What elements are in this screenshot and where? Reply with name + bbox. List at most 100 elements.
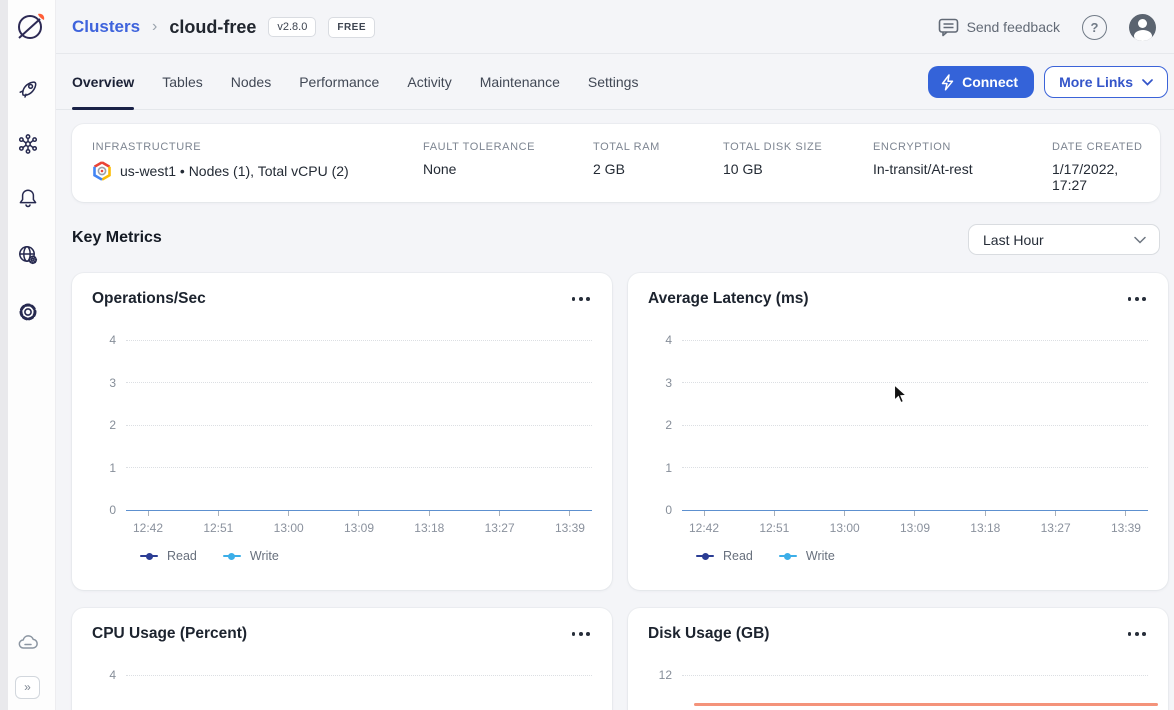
cluster-name: cloud-free (169, 17, 256, 38)
infrastructure-value: us-west1 • Nodes (1), Total vCPU (2) (120, 163, 349, 179)
x-axis-labels: 12:4212:5113:0013:0913:1813:2713:39 (126, 521, 592, 535)
time-range-select[interactable]: Last Hour (968, 224, 1160, 255)
tab-activity[interactable]: Activity (407, 54, 451, 110)
globe-gear-icon[interactable] (17, 244, 39, 266)
gridline (682, 467, 1148, 468)
x-axis-tick-label: 13:00 (267, 521, 311, 535)
breadcrumb: Clusters › cloud-free v2.8.0 FREE (72, 0, 375, 54)
infrastructure-summary-card: INFRASTRUCTURE us-west1 • Nodes (1), Tot… (72, 124, 1160, 202)
key-metrics-title: Key Metrics (72, 229, 162, 247)
legend-series-marker-icon (140, 555, 158, 558)
x-axis-tick-label: 13:39 (548, 521, 592, 535)
x-axis-tick-label: 13:09 (893, 521, 937, 535)
y-axis-tick-label: 4 (96, 668, 116, 682)
help-icon[interactable]: ? (1082, 15, 1107, 40)
gridline (682, 382, 1148, 383)
chart-menu-button[interactable] (1126, 628, 1148, 640)
chart-title: Operations/Sec (92, 290, 206, 308)
y-axis-tick-label: 4 (96, 333, 116, 347)
chart-menu-button[interactable] (570, 293, 592, 305)
tab-maintenance[interactable]: Maintenance (480, 54, 560, 110)
tab-bar: Overview Tables Nodes Performance Activi… (56, 54, 1174, 110)
gridline (126, 675, 592, 676)
chart-title: Average Latency (ms) (648, 290, 809, 308)
chevron-down-icon (1142, 79, 1153, 86)
legend-item-write[interactable]: Write (223, 549, 279, 563)
more-links-button[interactable]: More Links (1044, 66, 1168, 98)
rocket-icon[interactable] (17, 78, 39, 100)
total-disk-size-label: TOTAL DISK SIZE (723, 141, 873, 153)
x-axis-tick-label: 12:51 (196, 521, 240, 535)
chart-average-latency: Average Latency (ms) 4 3 2 1 0 12:42 12:51 13:0… (628, 273, 1168, 590)
gridline (682, 425, 1148, 426)
tab-performance[interactable]: Performance (299, 54, 379, 110)
legend-series-marker-icon (779, 555, 797, 558)
breadcrumb-clusters-link[interactable]: Clusters (72, 17, 140, 37)
legend-label: Read (167, 549, 197, 563)
chart-title: Disk Usage (GB) (648, 625, 769, 643)
network-icon[interactable] (17, 133, 39, 155)
gridline (126, 467, 592, 468)
more-links-label: More Links (1059, 74, 1133, 90)
gear-icon[interactable] (17, 301, 39, 323)
gridline (126, 340, 592, 341)
y-axis-tick-label: 4 (652, 333, 672, 347)
user-avatar[interactable] (1129, 14, 1156, 41)
bell-icon[interactable] (17, 187, 39, 209)
legend-label: Read (723, 549, 753, 563)
legend-item-read[interactable]: Read (696, 549, 753, 563)
total-disk-size-value: 10 GB (723, 161, 873, 177)
send-feedback-button[interactable]: Send feedback (938, 18, 1060, 37)
chart-disk-usage: Disk Usage (GB) 12 (628, 608, 1168, 710)
x-axis-tick-label: 13:39 (1104, 521, 1148, 535)
x-axis-ticks (682, 511, 1148, 516)
legend-series-marker-icon (696, 555, 714, 558)
x-axis-tick-label: 13:27 (478, 521, 522, 535)
legend-item-write[interactable]: Write (779, 549, 835, 563)
gridline (682, 675, 1148, 676)
y-axis-tick-label: 0 (652, 503, 672, 517)
y-axis-tick-label: 2 (652, 418, 672, 432)
tab-settings[interactable]: Settings (588, 54, 639, 110)
legend-item-read[interactable]: Read (140, 549, 197, 563)
fault-tolerance-value: None (423, 161, 593, 177)
chart-menu-button[interactable] (570, 628, 592, 640)
legend-label: Write (806, 549, 835, 563)
tab-nodes[interactable]: Nodes (231, 54, 271, 110)
y-axis-tick-label: 1 (652, 461, 672, 475)
x-axis-tick-label: 13:18 (963, 521, 1007, 535)
y-axis-tick-label: 3 (652, 376, 672, 390)
x-axis-tick-label: 13:27 (1034, 521, 1078, 535)
connect-button[interactable]: Connect (928, 66, 1034, 98)
chart-legend: Read Write (696, 549, 835, 563)
x-axis-tick-label: 12:42 (126, 521, 170, 535)
chart-operations-per-sec: Operations/Sec 4321012:4212:5113:0013:09… (72, 273, 612, 590)
time-range-value: Last Hour (983, 232, 1044, 248)
date-created-label: DATE CREATED (1052, 141, 1144, 153)
gridline (682, 340, 1148, 341)
sidebar-edge-strip (0, 0, 8, 710)
total-ram-value: 2 GB (593, 161, 723, 177)
cockroach-cloud-logo[interactable] (15, 10, 47, 42)
encryption-value: In-transit/At-rest (873, 161, 1052, 177)
fault-tolerance-label: FAULT TOLERANCE (423, 141, 593, 153)
cluster-overview-page: » Clusters › cloud-free v2.8.0 FREE Send… (0, 0, 1174, 710)
plan-badge: FREE (328, 17, 375, 38)
x-axis-tick-label: 12:42 (682, 521, 726, 535)
gridline (126, 425, 592, 426)
series-line (694, 703, 1158, 706)
sidebar-expand-button[interactable]: » (15, 676, 40, 699)
tab-overview[interactable]: Overview (72, 54, 134, 110)
version-badge: v2.8.0 (268, 17, 316, 37)
y-axis-tick-label: 12 (652, 668, 672, 682)
breadcrumb-separator-icon: › (152, 18, 157, 36)
gridline (126, 382, 592, 383)
date-created-value: 1/17/2022, 17:27 (1052, 161, 1144, 193)
x-axis-tick-label: 12:51 (752, 521, 796, 535)
chart-menu-button[interactable] (1126, 293, 1148, 305)
infrastructure-label: INFRASTRUCTURE (92, 141, 423, 153)
lightning-bolt-icon (940, 74, 955, 91)
tab-tables[interactable]: Tables (162, 54, 202, 110)
encryption-label: ENCRYPTION (873, 141, 1052, 153)
cloud-icon[interactable] (17, 632, 39, 654)
